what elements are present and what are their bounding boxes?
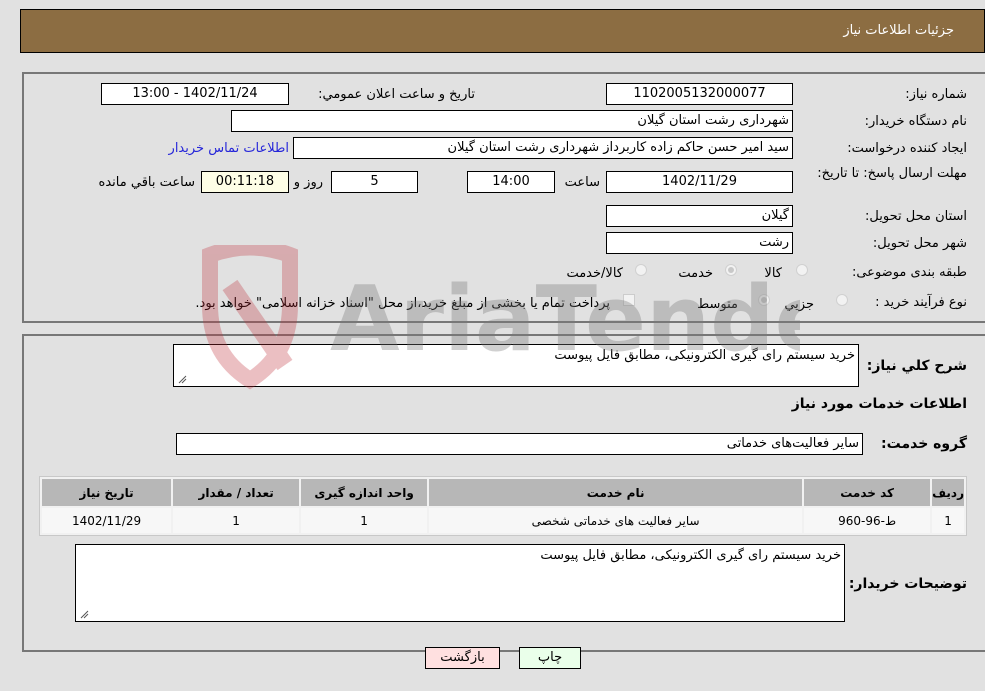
description-textarea[interactable]: خرید سیستم رای گیری الکترونیکی، مطابق فا… (173, 344, 859, 387)
cell-row-number: 1 (932, 508, 964, 533)
buyer-org-label: نام دستگاه خریدار: (864, 114, 967, 129)
province-field: گیلان (606, 205, 793, 227)
description-label: شرح کلي نیاز: (866, 358, 967, 374)
need-number-field: 1102005132000077 (606, 83, 793, 105)
cell-unit: 1 (301, 508, 428, 533)
back-button[interactable]: بازگشت (425, 647, 500, 669)
service-group-field: سایر فعالیت‌های خدماتی (176, 433, 863, 455)
treasury-note: پرداخت تمام یا بخشی از مبلغ خرید،از محل … (195, 296, 610, 311)
buyer-notes-textarea[interactable]: خرید سیستم رای گیری الکترونیکی، مطابق فا… (75, 544, 845, 622)
category-goods-service-label: کالا/خدمت (566, 266, 623, 281)
deadline-time-label: ساعت (564, 175, 600, 190)
cell-service-code: ط-96-960 (804, 508, 931, 533)
buyer-org-field: شهرداری رشت استان گیلان (231, 110, 793, 132)
buyer-notes-label: توضیحات خریدار: (848, 576, 967, 592)
remaining-time-field: 00:11:18 (201, 171, 289, 193)
purchase-small-label: جزیي (784, 297, 814, 312)
page-title: جزئیات اطلاعات نیاز (843, 23, 954, 38)
description-text: خرید سیستم رای گیری الکترونیکی، مطابق فا… (554, 348, 855, 363)
deadline-time-field: 14:00 (467, 171, 555, 193)
treasury-checkbox[interactable] (623, 294, 635, 306)
purchase-small-radio[interactable] (836, 294, 848, 306)
table-row: 1 ط-96-960 سایر فعالیت های خدماتی شخصی 1… (42, 508, 964, 533)
services-table: ردیف کد خدمت نام خدمت واحد اندازه گیری ت… (39, 476, 967, 536)
page-header: جزئیات اطلاعات نیاز (20, 9, 985, 53)
deadline-date-field: 1402/11/29 (606, 171, 793, 193)
category-goods-radio[interactable] (796, 264, 808, 276)
purchase-medium-label: متوسط (697, 297, 738, 312)
resize-grip-icon[interactable] (177, 374, 187, 384)
province-label: استان محل تحویل: (865, 209, 967, 224)
services-table-wrap: ردیف کد خدمت نام خدمت واحد اندازه گیری ت… (39, 476, 967, 536)
category-service-label: خدمت (678, 266, 713, 281)
creator-label: ایجاد کننده درخواست: (847, 141, 967, 156)
buyer-notes-text: خرید سیستم رای گیری الکترونیکی، مطابق فا… (540, 548, 841, 563)
resize-grip-icon[interactable] (79, 609, 89, 619)
category-goods-label: کالا (764, 266, 782, 281)
city-field: رشت (606, 232, 793, 254)
buyer-contact-link[interactable]: اطلاعات تماس خریدار (169, 141, 289, 156)
cell-quantity: 1 (173, 508, 300, 533)
print-button[interactable]: چاپ (519, 647, 581, 669)
table-header-row: ردیف کد خدمت نام خدمت واحد اندازه گیری ت… (42, 479, 964, 506)
col-service-name: نام خدمت (429, 479, 803, 506)
announce-date-label: تاریخ و ساعت اعلان عمومي: (318, 87, 475, 102)
announce-date-field: 1402/11/24 - 13:00 (101, 83, 289, 105)
col-row-number: ردیف (932, 479, 964, 506)
need-number-label: شماره نیاز: (905, 87, 967, 102)
creator-field: سید امیر حسن حاکم زاده کاربرداز شهرداری … (293, 137, 793, 159)
service-group-label: گروه خدمت: (881, 436, 967, 452)
col-need-date: تاریخ نیاز (42, 479, 172, 506)
col-quantity: تعداد / مقدار (173, 479, 300, 506)
col-service-code: کد خدمت (804, 479, 931, 506)
remaining-time-label: ساعت باقي مانده (98, 175, 195, 190)
deadline-label: مهلت ارسال پاسخ: تا تاریخ: (817, 166, 967, 181)
days-remaining-field: 5 (331, 171, 418, 193)
services-section-title: اطلاعات خدمات مورد نیاز (791, 396, 967, 412)
purchase-type-label: نوع فرآیند خرید : (875, 295, 967, 310)
col-unit: واحد اندازه گیری (301, 479, 428, 506)
cell-service-name: سایر فعالیت های خدماتی شخصی (429, 508, 803, 533)
category-goods-service-radio[interactable] (635, 264, 647, 276)
days-label: روز و (293, 175, 323, 190)
cell-need-date: 1402/11/29 (42, 508, 172, 533)
category-service-radio[interactable] (725, 264, 737, 276)
purchase-medium-radio[interactable] (758, 294, 770, 306)
category-label: طبقه بندی موضوعی: (851, 265, 967, 280)
city-label: شهر محل تحویل: (872, 236, 967, 251)
